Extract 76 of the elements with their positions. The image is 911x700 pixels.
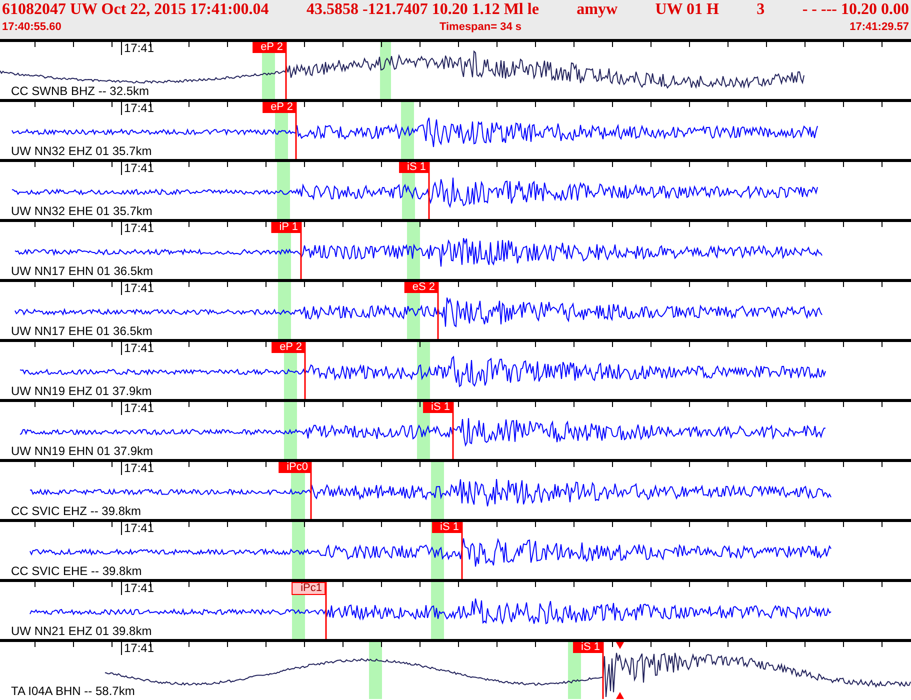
channel-label: CC SVIC EHE -- 39.8km: [11, 565, 142, 578]
time-window-band: [369, 642, 382, 699]
time-window-band: [380, 42, 391, 99]
pick-line[interactable]: [295, 102, 297, 159]
phase-pick-flag[interactable]: eS 2: [404, 282, 438, 293]
trace-panel[interactable]: 17:41 eP 2 UW NN19 EHZ 01 37.9km: [0, 339, 911, 399]
time-window-band: [431, 462, 444, 519]
phase-pick-flag[interactable]: iS 1: [423, 402, 453, 413]
trace-panel[interactable]: 17:41 iS 1 TA I04A BHN -- 58.7km: [0, 639, 911, 699]
trace-panel[interactable]: 17:41 eP 2 UW NN32 EHZ 01 35.7km: [0, 99, 911, 159]
start-time: 17:40:55.60: [2, 20, 62, 34]
trace-panel[interactable]: 17:41 iPc1 UW NN21 EHZ 01 39.8km: [0, 579, 911, 639]
event-info-text: 61082047 UW Oct 22, 2015 17:41:00.04: [2, 0, 269, 20]
time-window-band: [431, 582, 444, 639]
trace-panel[interactable]: 17:41 iS 1 UW NN19 EHN 01 37.9km: [0, 399, 911, 459]
event-info-text: UW 01 H: [655, 0, 719, 20]
pick-line[interactable]: [602, 642, 604, 699]
time-label: 17:41: [121, 402, 154, 415]
phase-pick-flag[interactable]: iS 1: [432, 522, 462, 533]
time-label: 17:41: [121, 522, 154, 535]
trace-panel[interactable]: 17:41 iS 1 UW NN32 EHE 01 35.7km: [0, 159, 911, 219]
trace-panel[interactable]: 17:41 iPc0 CC SVIC EHZ -- 39.8km: [0, 459, 911, 519]
trace-panel[interactable]: 17:41 iS 1 CC SVIC EHE -- 39.8km: [0, 519, 911, 579]
time-label: 17:41: [121, 642, 154, 655]
channel-label: UW NN17 EHE 01 36.5km: [11, 325, 152, 338]
trace-panel[interactable]: 17:41 eP 2 CC SWNB BHZ -- 32.5km: [0, 39, 911, 99]
phase-pick-flag[interactable]: iPc0: [278, 462, 311, 473]
time-label: 17:41: [121, 462, 154, 475]
time-label: 17:41: [121, 222, 154, 235]
pick-line[interactable]: [310, 462, 312, 519]
channel-label: CC SWNB BHZ -- 32.5km: [11, 85, 150, 98]
pick-line[interactable]: [285, 42, 287, 99]
trace-panel[interactable]: 17:41 iP 1 UW NN17 EHN 01 36.5km: [0, 219, 911, 279]
pick-line[interactable]: [461, 522, 463, 579]
pick-line[interactable]: [428, 162, 430, 219]
amplitude-marker-icon: [616, 642, 624, 699]
event-info-text: amyw: [576, 0, 618, 20]
time-window-band: [277, 162, 290, 219]
time-label: 17:41: [121, 282, 154, 295]
time-label: 17:41: [121, 582, 154, 595]
time-label: 17:41: [121, 42, 154, 55]
pick-line[interactable]: [325, 582, 327, 639]
time-window-band: [284, 402, 297, 459]
phase-pick-flag[interactable]: eP 2: [262, 102, 296, 113]
channel-label: UW NN19 EHN 01 37.9km: [11, 445, 154, 458]
pick-line[interactable]: [437, 282, 439, 339]
time-window-band: [292, 522, 305, 579]
timespan-text: Timespan= 34 s: [439, 20, 522, 34]
phase-pick-flag[interactable]: iS 1: [573, 642, 603, 653]
time-window-band: [278, 282, 291, 339]
event-info-text: - - --- 10.20 0.00: [802, 0, 909, 20]
phase-pick-flag[interactable]: eP 2: [272, 342, 305, 353]
channel-label: UW NN32 EHZ 01 35.7km: [11, 145, 152, 158]
phase-pick-flag[interactable]: iS 1: [399, 162, 429, 173]
time-label: 17:41: [121, 342, 154, 355]
channel-label: TA I04A BHN -- 58.7km: [11, 685, 135, 698]
trace-panel[interactable]: 17:41 eS 2 UW NN17 EHE 01 36.5km: [0, 279, 911, 339]
event-info-text: 3: [756, 0, 765, 20]
channel-label: CC SVIC EHZ -- 39.8km: [11, 505, 142, 518]
time-window-band: [401, 102, 414, 159]
end-time: 17:41:29.57: [850, 20, 909, 34]
pick-line[interactable]: [304, 342, 306, 399]
channel-label: UW NN32 EHE 01 35.7km: [11, 205, 152, 218]
channel-label: UW NN17 EHN 01 36.5km: [11, 265, 154, 278]
time-label: 17:41: [121, 102, 154, 115]
time-window-band: [407, 222, 420, 279]
channel-label: UW NN21 EHZ 01 39.8km: [11, 625, 152, 638]
phase-pick-flag[interactable]: eP 2: [252, 42, 286, 53]
time-window-band: [417, 342, 430, 399]
event-info-text: 43.5858 -121.7407 10.20 1.12 Ml le: [306, 0, 539, 20]
time-label: 17:41: [121, 162, 154, 175]
phase-pick-flag[interactable]: iP 1: [271, 222, 301, 233]
channel-label: UW NN19 EHZ 01 37.9km: [11, 385, 152, 398]
pick-line[interactable]: [300, 222, 302, 279]
phase-pick-flag[interactable]: iPc1: [292, 582, 326, 595]
pick-line[interactable]: [452, 402, 454, 459]
